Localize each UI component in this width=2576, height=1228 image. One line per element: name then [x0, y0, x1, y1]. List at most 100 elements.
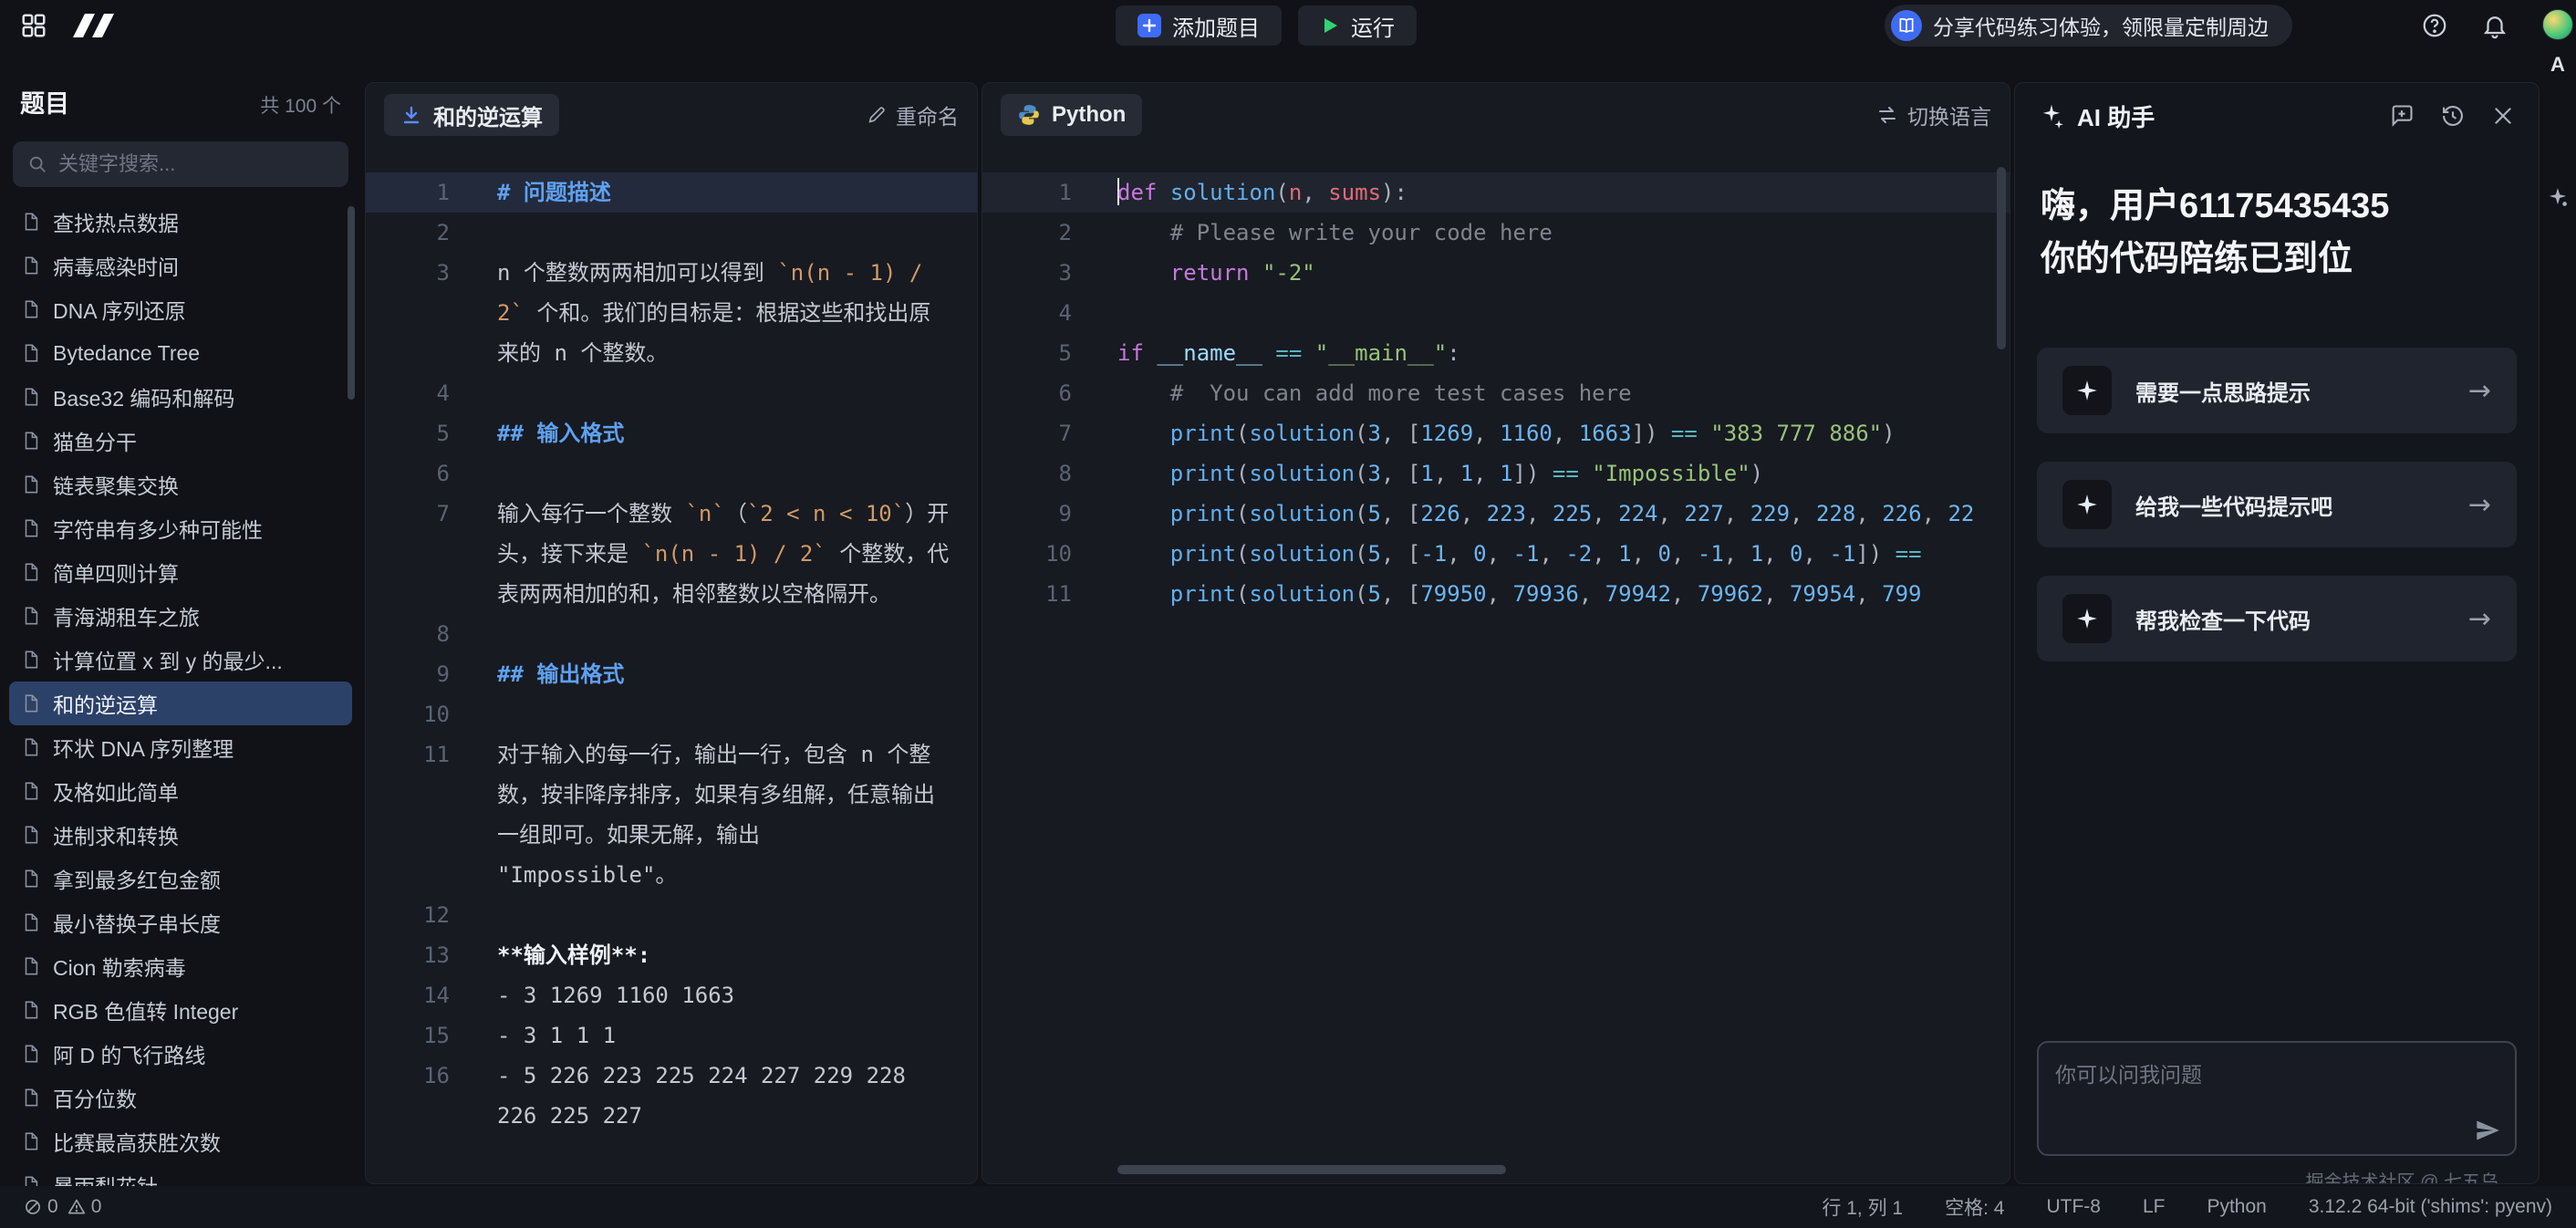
- document-icon: [21, 255, 41, 276]
- sidebar-item[interactable]: 阿 D 的飞行路线: [9, 1032, 352, 1076]
- app-grid-icon[interactable]: [20, 12, 47, 39]
- line-number: 11: [366, 734, 450, 775]
- swap-arrows-icon: [1876, 104, 1898, 126]
- status-item[interactable]: 空格: 4: [1945, 1193, 2004, 1221]
- markdown-line[interactable]: 11对于输入的每一行，输出一行，包含 n 个整数，按非降序排序，如果有多组解，任…: [366, 734, 977, 895]
- sidebar-item[interactable]: 及格如此简单: [9, 769, 352, 813]
- run-button[interactable]: 运行: [1298, 5, 1417, 46]
- code-line[interactable]: 3 return "-2": [982, 253, 2010, 293]
- markdown-line[interactable]: 9## 输出格式: [366, 654, 977, 694]
- code-line[interactable]: 6 # You can add more test cases here: [982, 373, 2010, 413]
- sidebar-item[interactable]: Base32 编码和解码: [9, 375, 352, 419]
- code-line[interactable]: 1def solution(n, sums):: [982, 172, 2010, 213]
- sidebar-item[interactable]: 暴雨梨花针: [9, 1163, 352, 1186]
- status-item[interactable]: Python: [2207, 1196, 2266, 1218]
- code-line[interactable]: 4: [982, 293, 2010, 333]
- markdown-line[interactable]: 7输入每行一个整数 `n`（`2 < n < 10`）开头，接下来是 `n(n …: [366, 494, 977, 614]
- sidebar-item[interactable]: DNA 序列还原: [9, 287, 352, 331]
- sidebar-item[interactable]: 和的逆运算: [9, 682, 352, 725]
- right-rail: A: [2540, 0, 2576, 1186]
- code-line[interactable]: 9 print(solution(5, [226, 223, 225, 224,…: [982, 494, 2010, 534]
- sidebar-item-label: 百分位数: [53, 1082, 137, 1113]
- sidebar-item[interactable]: RGB 色值转 Integer: [9, 988, 352, 1032]
- close-icon[interactable]: [2491, 104, 2515, 128]
- markdown-line[interactable]: 16- 5 226 223 225 224 227 229 228 226 22…: [366, 1056, 977, 1136]
- ai-greeting: 嗨，用户61175435435 你的代码陪练已到位: [2015, 136, 2539, 286]
- rename-label: 重命名: [896, 99, 959, 130]
- sidebar-item[interactable]: 青海湖租车之旅: [9, 594, 352, 638]
- markdown-line[interactable]: 12: [366, 895, 977, 935]
- avatar[interactable]: [2542, 9, 2573, 40]
- search-box[interactable]: [13, 141, 348, 187]
- history-icon[interactable]: [2440, 103, 2466, 129]
- notification-bell-icon[interactable]: [2479, 10, 2510, 41]
- switch-language-button[interactable]: 切换语言: [1876, 99, 1991, 130]
- problem-title-tab[interactable]: 和的逆运算: [384, 94, 559, 136]
- widget-icon[interactable]: [2546, 186, 2570, 214]
- sidebar-item[interactable]: 查找热点数据: [9, 200, 352, 244]
- markdown-line[interactable]: 5## 输入格式: [366, 413, 977, 453]
- problem-sidebar: 题目 共 100 个 查找热点数据病毒感染时间DNA 序列还原Bytedance…: [0, 51, 361, 1186]
- errors-indicator[interactable]: 0: [24, 1196, 58, 1218]
- markdown-line[interactable]: 1# 问题描述: [366, 172, 977, 213]
- status-item[interactable]: 行 1, 列 1: [1822, 1193, 1903, 1221]
- markdown-line[interactable]: 8: [366, 614, 977, 654]
- sidebar-item[interactable]: Cion 勒索病毒: [9, 944, 352, 988]
- sidebar-item[interactable]: 环状 DNA 序列整理: [9, 725, 352, 769]
- code-line[interactable]: 5if __name__ == "__main__":: [982, 333, 2010, 373]
- code-line[interactable]: 8 print(solution(3, [1, 1, 1]) == "Impos…: [982, 453, 2010, 494]
- markdown-line[interactable]: 13**输入样例**:: [366, 935, 977, 975]
- markdown-line[interactable]: 15- 3 1 1 1: [366, 1015, 977, 1056]
- sidebar-item[interactable]: 百分位数: [9, 1076, 352, 1119]
- sidebar-item[interactable]: 最小替换子串长度: [9, 900, 352, 944]
- ai-suggestion-card[interactable]: 需要一点思路提示→: [2037, 348, 2517, 433]
- sidebar-item[interactable]: 病毒感染时间: [9, 244, 352, 287]
- sidebar-scrollbar[interactable]: [348, 206, 355, 400]
- topbar-actions: 添加题目 运行: [1116, 5, 1417, 46]
- code-line[interactable]: 10 print(solution(5, [-1, 0, -1, -2, 1, …: [982, 534, 2010, 574]
- add-problem-label: 添加题目: [1172, 10, 1260, 42]
- sidebar-item-label: Base32 编码和解码: [53, 381, 234, 412]
- line-content: [450, 213, 977, 253]
- code-line[interactable]: 11 print(solution(5, [79950, 79936, 7994…: [982, 574, 2010, 614]
- line-number: 2: [366, 213, 450, 253]
- markdown-line[interactable]: 6: [366, 453, 977, 494]
- sidebar-item[interactable]: 进制求和转换: [9, 813, 352, 857]
- markdown-line[interactable]: 2: [366, 213, 977, 253]
- add-problem-button[interactable]: 添加题目: [1116, 5, 1282, 46]
- sidebar-item[interactable]: 比赛最高获胜次数: [9, 1119, 352, 1163]
- markdown-line[interactable]: 10: [366, 694, 977, 734]
- markdown-line[interactable]: 14- 3 1269 1160 1663: [366, 975, 977, 1015]
- sidebar-item[interactable]: 简单四则计算: [9, 550, 352, 594]
- markdown-line[interactable]: 3n 个整数两两相加可以得到 `n(n - 1) / 2` 个和。我们的目标是：…: [366, 253, 977, 373]
- document-icon: [21, 912, 41, 932]
- code-line[interactable]: 7 print(solution(3, [1269, 1160, 1663]) …: [982, 413, 2010, 453]
- sidebar-item[interactable]: 拿到最多红包金额: [9, 857, 352, 900]
- sidebar-item[interactable]: 链表聚集交换: [9, 463, 352, 506]
- rename-button[interactable]: 重命名: [867, 99, 959, 130]
- sidebar-item[interactable]: 计算位置 x 到 y 的最少...: [9, 638, 352, 682]
- sidebar-item-label: 计算位置 x 到 y 的最少...: [53, 644, 283, 675]
- editor-horizontal-scrollbar[interactable]: [1117, 1165, 1506, 1174]
- sidebar-item[interactable]: 字符串有多少种可能性: [9, 506, 352, 550]
- code-line[interactable]: 2 # Please write your code here: [982, 213, 2010, 253]
- ai-input[interactable]: [2039, 1043, 2515, 1154]
- sidebar-item[interactable]: 猫鱼分干: [9, 419, 352, 463]
- help-icon[interactable]: [2419, 10, 2450, 41]
- sidebar-item[interactable]: Bytedance Tree: [9, 331, 352, 375]
- markdown-line[interactable]: 4: [366, 373, 977, 413]
- language-tab[interactable]: Python: [1001, 94, 1142, 136]
- status-item[interactable]: LF: [2143, 1196, 2166, 1218]
- ai-suggestion-card[interactable]: 给我一些代码提示吧→: [2037, 462, 2517, 547]
- send-icon[interactable]: [2475, 1118, 2500, 1143]
- promo-banner[interactable]: 分享代码练习体验，领限量定制周边: [1885, 5, 2292, 47]
- editor-vertical-scrollbar[interactable]: [1997, 167, 2006, 349]
- ai-card-label: 需要一点思路提示: [2135, 375, 2311, 407]
- status-item[interactable]: UTF-8: [2046, 1196, 2101, 1218]
- line-content: ## 输出格式: [450, 654, 977, 694]
- status-item[interactable]: 3.12.2 64-bit ('shims': pyenv): [2309, 1196, 2552, 1218]
- search-input[interactable]: [58, 152, 334, 176]
- warnings-indicator[interactable]: 0: [68, 1196, 102, 1218]
- ai-suggestion-card[interactable]: 帮我检查一下代码→: [2037, 576, 2517, 661]
- new-chat-icon[interactable]: [2389, 103, 2415, 129]
